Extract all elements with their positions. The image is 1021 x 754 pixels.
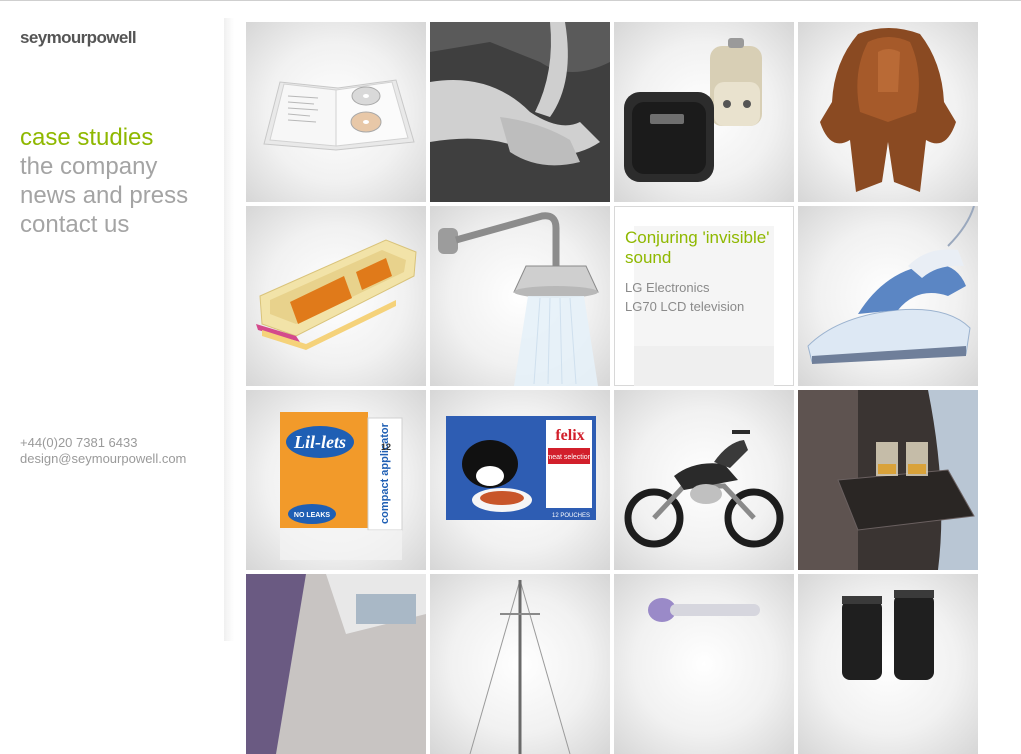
tile-felix[interactable]: felix meat selection 12 POUCHES	[430, 390, 610, 570]
main-nav: case studies the company news and press …	[20, 123, 188, 239]
cabin-interior-image	[246, 574, 426, 754]
open-book-dvd-image	[263, 79, 415, 151]
felix-pack-image: felix meat selection 12 POUCHES	[446, 416, 596, 520]
tile-iron[interactable]	[798, 206, 978, 386]
contact-info: +44(0)20 7381 6433 design@seymourpowell.…	[20, 435, 186, 467]
nav-item-the-company[interactable]: the company	[20, 152, 188, 181]
tile-purple-device[interactable]	[614, 574, 794, 754]
aircraft-seat-table-image	[798, 390, 978, 570]
svg-text:12: 12	[381, 442, 391, 452]
motorbike-image	[624, 430, 784, 548]
purple-device-image	[648, 598, 760, 622]
tile-open-book[interactable]	[246, 22, 426, 202]
tile-cabin[interactable]	[246, 574, 426, 754]
contact-phone: +44(0)20 7381 6433	[20, 435, 138, 450]
svg-text:meat selection: meat selection	[546, 454, 591, 461]
tile-binoculars[interactable]	[798, 574, 978, 754]
black-binoculars-image	[842, 590, 934, 680]
featured-product: LG70 LCD television	[625, 299, 745, 314]
top-rule	[0, 0, 1021, 1]
svg-text:felix: felix	[555, 427, 584, 444]
brand-logo[interactable]: seymourpowell	[20, 28, 137, 48]
orange-compact-case-image	[256, 239, 417, 350]
svg-text:compact applicator: compact applicator	[379, 422, 391, 524]
tile-cube-speakers[interactable]	[614, 22, 794, 202]
contact-email[interactable]: design@seymourpowell.com	[20, 451, 186, 467]
tile-yacht[interactable]	[430, 574, 610, 754]
svg-text:Lil-lets: Lil-lets	[293, 432, 346, 452]
svg-text:NO LEAKS: NO LEAKS	[294, 512, 331, 519]
nav-item-news-and-press[interactable]: news and press	[20, 181, 188, 210]
tile-compact-case[interactable]	[246, 206, 426, 386]
cube-speakers-image	[624, 38, 762, 182]
nav-item-case-studies[interactable]: case studies	[20, 123, 188, 152]
sidebar-divider	[224, 18, 234, 641]
tile-shower[interactable]	[430, 206, 610, 386]
featured-case-study[interactable]: Conjuring 'invisible' sound LG Electroni…	[614, 206, 794, 386]
nav-item-contact-us[interactable]: contact us	[20, 210, 188, 239]
tile-handle[interactable]	[430, 22, 610, 202]
tile-motorbike[interactable]	[614, 390, 794, 570]
lil-lets-box-image: Lil-lets compact applicator NO LEAKS 12	[280, 412, 403, 560]
tile-saddle[interactable]	[798, 22, 978, 202]
tile-lil-lets[interactable]: Lil-lets compact applicator NO LEAKS 12	[246, 390, 426, 570]
featured-title: Conjuring 'invisible' sound	[625, 228, 770, 267]
steam-iron-image	[807, 206, 975, 364]
tile-aircraft-seat[interactable]	[798, 390, 978, 570]
svg-text:12 POUCHES: 12 POUCHES	[552, 513, 590, 519]
yacht-mast-image	[469, 579, 571, 754]
featured-client: LG Electronics	[625, 280, 710, 295]
shower-head-image	[438, 212, 599, 386]
leather-saddle-image	[820, 28, 956, 192]
grey-handle-image	[430, 22, 610, 202]
